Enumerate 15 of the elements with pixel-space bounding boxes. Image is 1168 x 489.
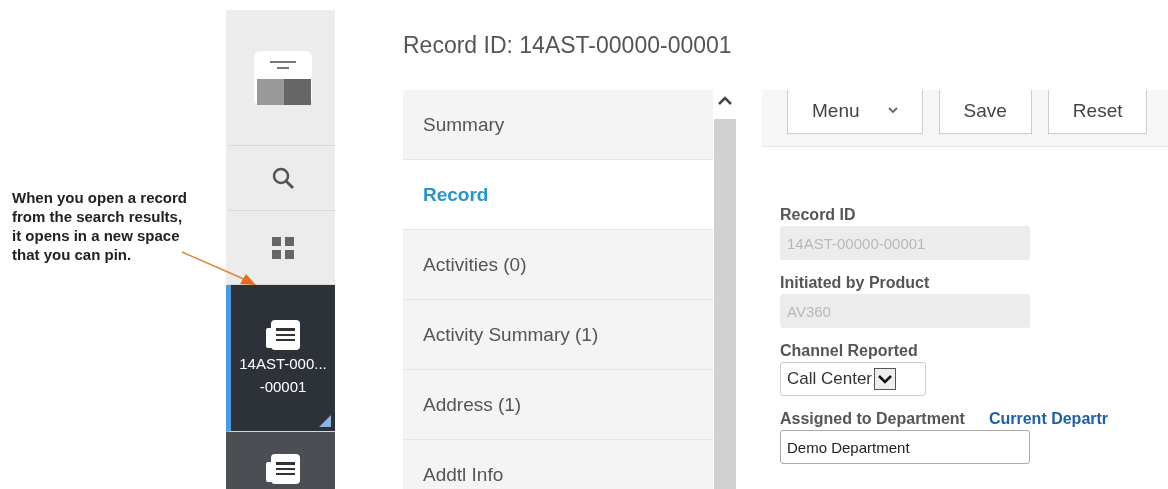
callout-text: When you open a record from the search results, it opens in a new space that you can pin. (12, 188, 189, 264)
channel-select[interactable]: Call Center (780, 362, 926, 396)
input-field[interactable]: Demo Department (780, 430, 1030, 464)
page-title: Record ID: 14AST-00000-00001 (403, 30, 733, 60)
field-label: Initiated by Product (780, 274, 930, 292)
record-tab-label: -00001 (259, 377, 307, 396)
field-label: Channel Reported (780, 342, 918, 360)
toolbar-button[interactable]: Reset (1047, 90, 1148, 134)
record-tab-label: 14AST-000... (239, 354, 327, 373)
field-label: Record ID (780, 206, 856, 224)
current-department-link[interactable]: Current Departr (988, 410, 1109, 428)
toolbar-button[interactable]: Save (938, 90, 1032, 134)
record-tab[interactable]: 14AST-000... -00001 (226, 285, 335, 432)
menu-dropdown[interactable]: Menu (787, 90, 923, 134)
field-label: Assigned to Department (780, 410, 965, 428)
